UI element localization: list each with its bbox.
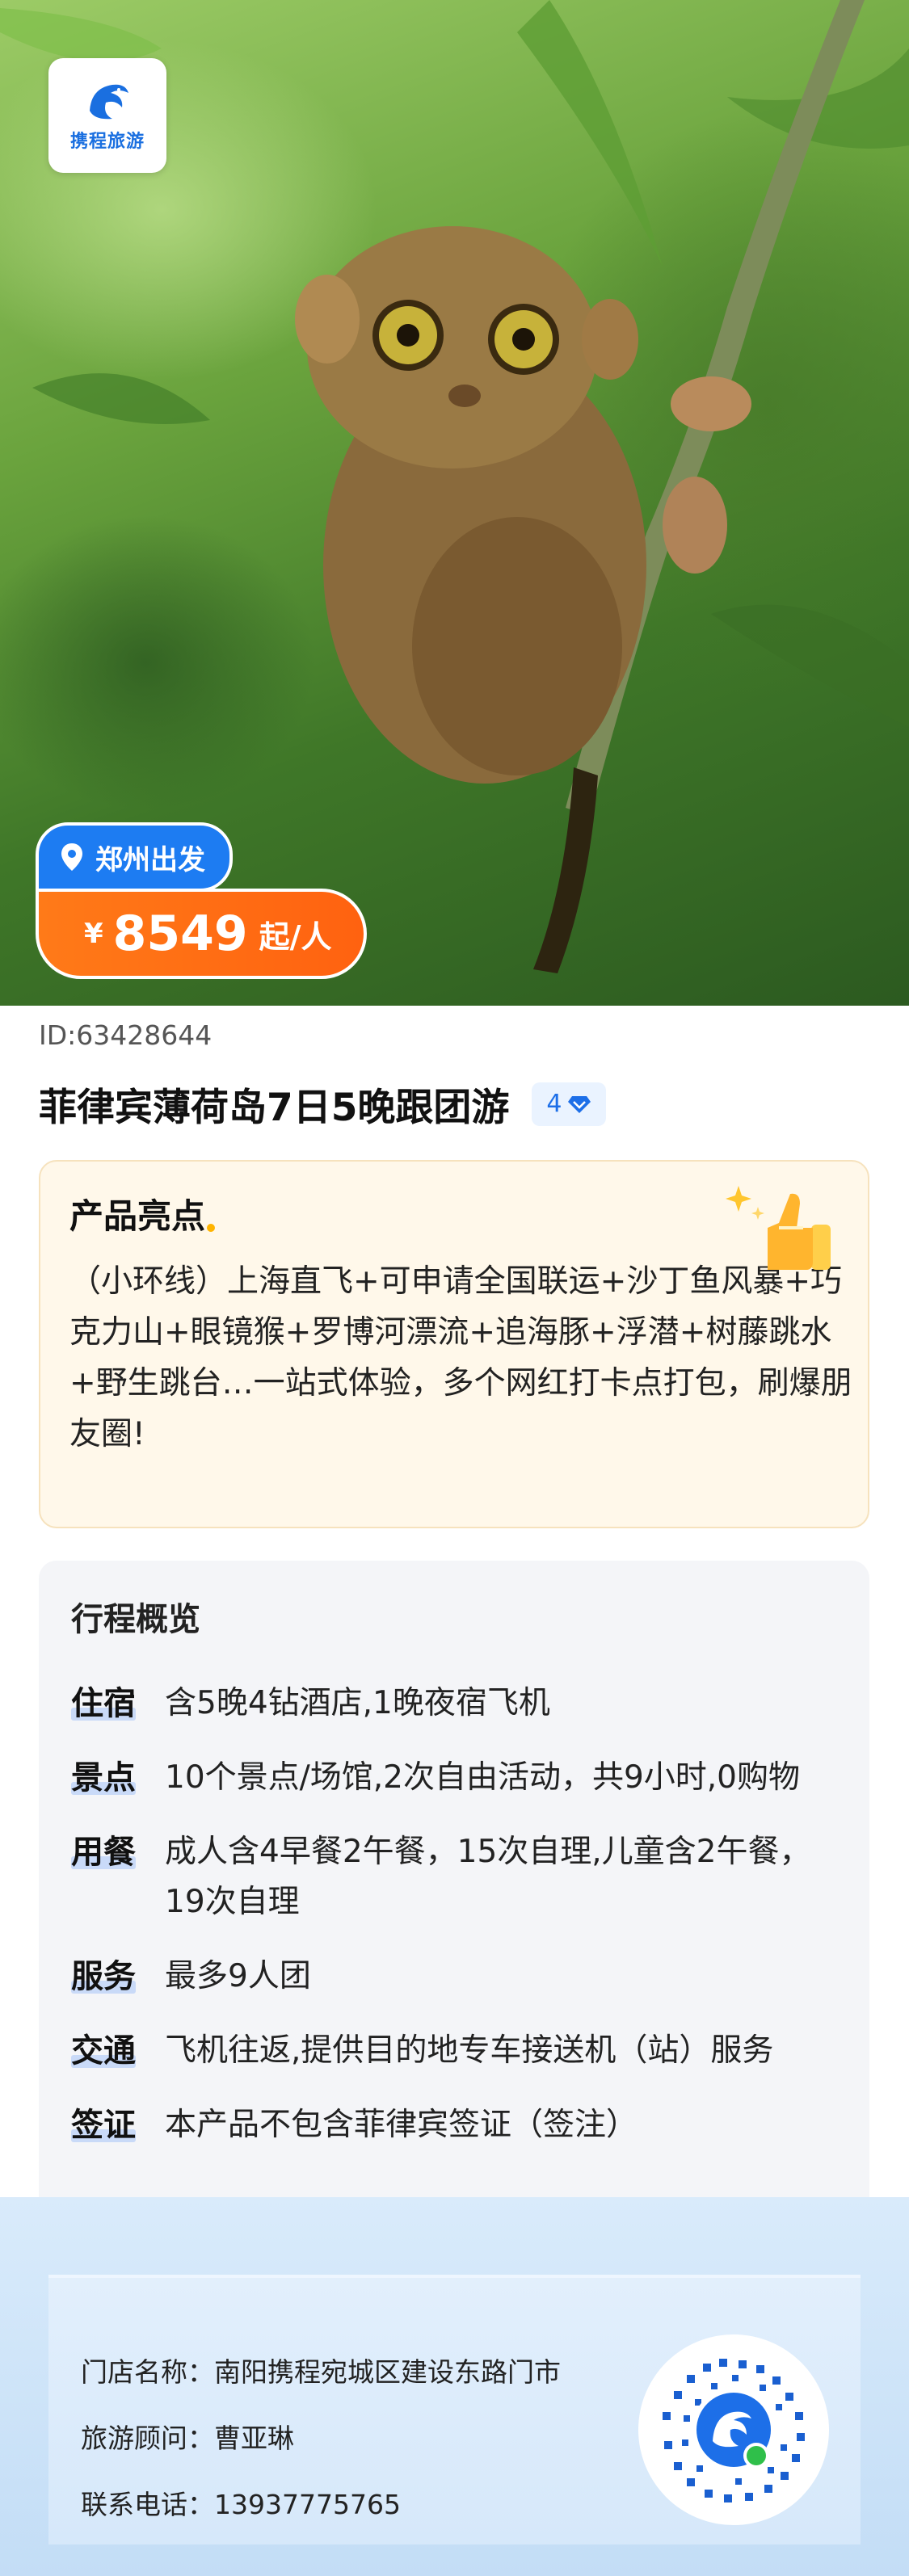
row-key: 住宿 <box>71 1679 165 1729</box>
thumbs-up-icon <box>726 1186 831 1270</box>
advisor-value: 曹亚琳 <box>214 2423 294 2454</box>
miniprogram-qr-code[interactable] <box>638 2334 829 2525</box>
highlights-body: （小环线）上海直飞+可申请全国联运+沙丁鱼风暴+巧克力山+眼镜猴+罗博河漂流+追… <box>69 1263 852 1452</box>
store-name-line: 门店名称：南阳携程宛城区建设东路门市 <box>81 2351 561 2389</box>
price-currency: ¥ <box>84 918 103 950</box>
row-value: 飞机往返,提供目的地专车接送机（站）服务 <box>165 2032 774 2069</box>
ctrip-logo: 携程旅游 <box>48 58 166 173</box>
phone-number[interactable]: 13937775765 <box>214 2489 401 2520</box>
hero-image: 携程旅游 郑州出发 ¥ 8549 起/人 <box>0 0 909 1006</box>
itinerary-overview: 行程概览 住宿 含5晚4钻酒店,1晚夜宿飞机 景点 10个景点/场馆,2次自由活… <box>39 1561 869 2223</box>
store-info: 门店名称：南阳携程宛城区建设东路门市 旅游顾问：曹亚琳 联系电话：1393777… <box>81 2351 561 2549</box>
product-title: 菲律宾薄荷岛7日5晚跟团游 <box>39 1086 510 1130</box>
itinerary-row-service: 服务 最多9人团 <box>71 1952 837 2002</box>
store-name-value: 南阳携程宛城区建设东路门市 <box>214 2356 561 2388</box>
diamond-rating-badge: 4 <box>532 1082 606 1126</box>
location-pin-icon <box>61 843 82 871</box>
itinerary-row-meals: 用餐 成人含4早餐2午餐，15次自理,儿童含2午餐，19次自理 <box>71 1827 837 1927</box>
itinerary-row-hotel: 住宿 含5晚4钻酒店,1晚夜宿飞机 <box>71 1679 837 1729</box>
itinerary-row-visa: 签证 本产品不包含菲律宾签证（签注） <box>71 2100 837 2150</box>
price-amount: 8549 <box>112 906 248 962</box>
highlights-card: 产品亮点 （小环线）上海直飞+可申请全国联运+沙丁鱼风暴+巧克力山+眼镜猴+罗博… <box>39 1160 869 1528</box>
price-unit: 起/人 <box>259 918 332 955</box>
row-value: 最多9人团 <box>165 1958 311 1994</box>
logo-text: 携程旅游 <box>69 132 145 152</box>
row-key: 景点 <box>71 1753 165 1803</box>
row-key: 服务 <box>71 1952 165 2002</box>
price-tag: ¥ 8549 起/人 <box>36 889 367 979</box>
row-key: 签证 <box>71 2100 165 2150</box>
itinerary-title: 行程概览 <box>71 1601 200 1638</box>
row-value: 成人含4早餐2午餐，15次自理,儿童含2午餐，19次自理 <box>165 1834 811 1920</box>
diamond-icon <box>567 1095 591 1113</box>
itinerary-row-sights: 景点 10个景点/场馆,2次自由活动，共9小时,0购物 <box>71 1753 837 1803</box>
departure-tag: 郑州出发 <box>36 822 233 892</box>
dolphin-logo-icon <box>90 84 128 120</box>
product-id: ID:63428644 <box>39 1019 213 1051</box>
row-value: 含5晚4钻酒店,1晚夜宿飞机 <box>165 1685 550 1721</box>
row-value: 本产品不包含菲律宾签证（签注） <box>165 2107 638 2143</box>
qr-code-icon <box>663 2359 805 2502</box>
row-key: 交通 <box>71 2026 165 2076</box>
itinerary-row-transport: 交通 飞机往返,提供目的地专车接送机（站）服务 <box>71 2026 837 2076</box>
advisor-line: 旅游顾问：曹亚琳 <box>81 2417 561 2456</box>
store-name-label: 门店名称： <box>81 2356 214 2388</box>
row-key: 用餐 <box>71 1827 165 1877</box>
departure-city: 郑州出发 <box>95 843 205 876</box>
phone-line[interactable]: 联系电话：13937775765 <box>81 2483 561 2522</box>
diamond-level: 4 <box>546 1090 562 1118</box>
highlights-title-text: 产品亮点 <box>69 1196 206 1236</box>
title-dot <box>207 1224 216 1232</box>
highlights-title: 产品亮点 <box>69 1189 216 1238</box>
phone-label: 联系电话： <box>81 2489 214 2520</box>
title-row: 菲律宾薄荷岛7日5晚跟团游 4 <box>39 1076 606 1132</box>
advisor-label: 旅游顾问： <box>81 2423 214 2454</box>
row-value: 10个景点/场馆,2次自由活动，共9小时,0购物 <box>165 1759 800 1796</box>
